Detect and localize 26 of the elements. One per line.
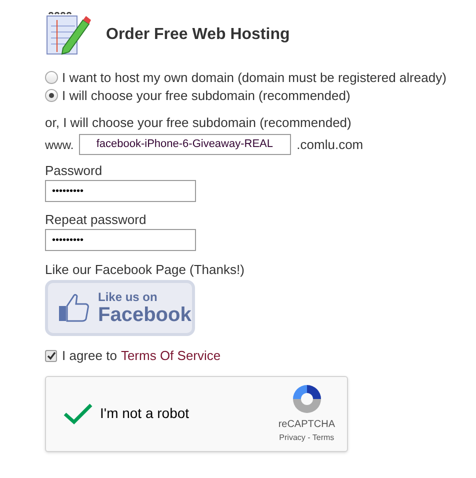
terms-checkbox[interactable] (45, 350, 57, 362)
facebook-label: Like our Facebook Page (Thanks!) (45, 262, 246, 278)
radio-label: I want to host my own domain (domain must be registered already) (62, 68, 446, 87)
page-title: Order Free Web Hosting (106, 25, 290, 45)
terms-text: I agree to (62, 347, 117, 365)
recaptcha-logo-icon (290, 383, 323, 415)
password-label: Password (45, 163, 104, 179)
privacy-terms-links[interactable]: Privacy - Terms (279, 432, 334, 444)
radio-button[interactable] (45, 89, 58, 102)
facebook-like-button[interactable]: Like us on Facebook (45, 280, 195, 336)
repeat-password-label: Repeat password (45, 212, 148, 228)
subdomain-field[interactable]: facebook-iPhone-6-Giveaway-REAL (78, 134, 291, 155)
repeat-password-field[interactable]: ••••••••• (45, 229, 196, 251)
radio-label: I will choose your free subdomain (recommended) (62, 86, 350, 105)
password-field[interactable]: ••••••••• (45, 180, 196, 202)
facebook-text: Facebook (98, 305, 192, 325)
prefix-text: www. (45, 136, 74, 154)
thumbs-up-icon (58, 293, 90, 323)
terms-link[interactable]: Terms Of Service (120, 346, 221, 366)
captcha-label: I'm not a robot (100, 404, 190, 423)
subdomain-label: or, I will choose your free subdomain (recommended) (45, 115, 352, 131)
radio-button[interactable] (45, 71, 58, 84)
recaptcha-text: reCAPTCHA (278, 418, 335, 432)
suffix-text: .comlu.com (296, 136, 364, 154)
like-text: Like us on (98, 291, 158, 303)
notepad-pencil-icon (45, 12, 91, 56)
